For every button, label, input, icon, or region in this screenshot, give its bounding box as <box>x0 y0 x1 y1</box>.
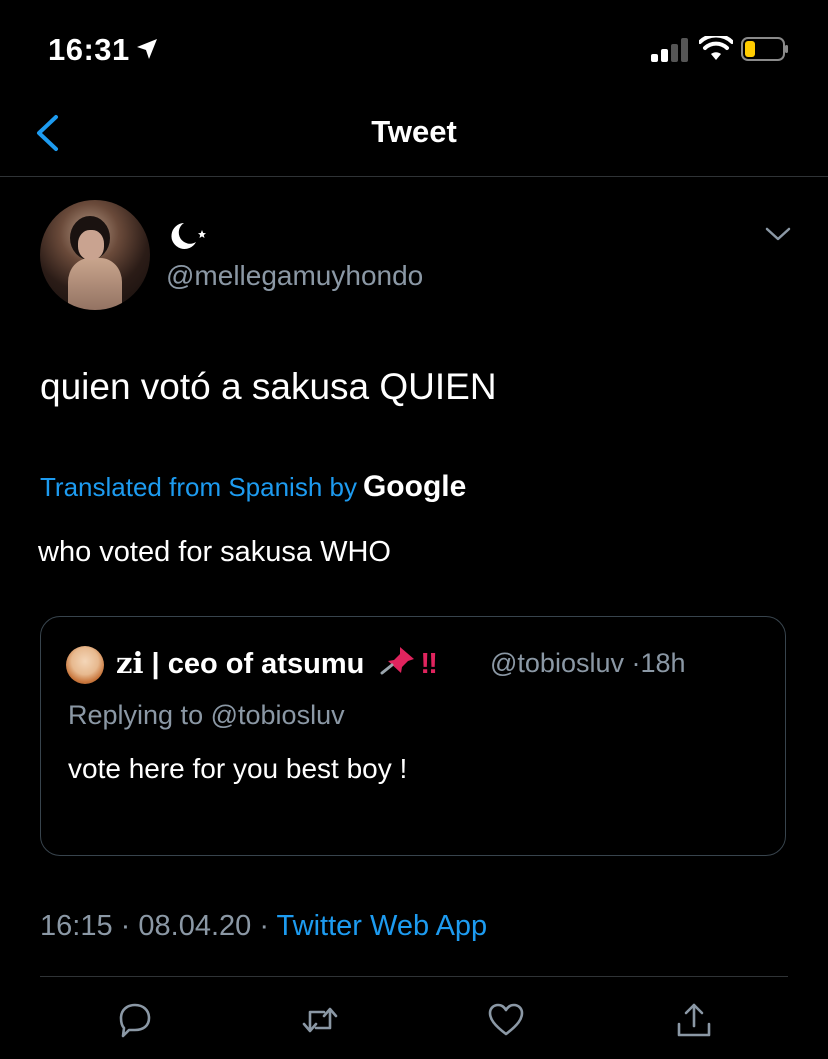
page-title: Tweet <box>371 114 457 149</box>
display-name[interactable] <box>166 218 210 252</box>
google-logo: Google <box>362 470 467 503</box>
tweet-source[interactable]: Twitter Web App <box>277 910 488 942</box>
avatar[interactable] <box>40 200 150 310</box>
quote-display-name: zi | ceo of atsumu ‼ <box>116 645 438 681</box>
replying-handle[interactable]: @tobiosluv <box>211 700 345 730</box>
retweet-icon[interactable] <box>300 1000 340 1040</box>
tweet-time: 16:15 <box>40 910 113 942</box>
crescent-moon-star-icon <box>171 223 206 250</box>
translation-attribution[interactable]: Translated from Spanish by Google <box>40 470 466 504</box>
chevron-down-icon[interactable] <box>764 222 792 246</box>
translated-text: who voted for sakusa WHO <box>38 536 391 568</box>
quote-age: 18h <box>640 648 686 678</box>
quote-name-emoji: ‼ <box>420 648 437 680</box>
status-time: 16:31 <box>48 32 130 67</box>
translated-label: Translated from Spanish by <box>40 472 357 502</box>
share-icon[interactable] <box>674 1000 714 1040</box>
quote-handle: @tobiosluv <box>490 648 624 678</box>
quote-name-prefix: zi <box>116 646 144 680</box>
like-icon[interactable] <box>486 1000 526 1040</box>
cellular-signal-icon <box>651 38 691 62</box>
reply-icon[interactable] <box>115 1000 155 1040</box>
nav-divider <box>0 176 828 177</box>
quote-meta: @tobiosluv ·18h <box>490 648 686 679</box>
actions-divider <box>40 976 788 977</box>
tweet-timestamp: 16:15 · 08.04.20 · Twitter Web App <box>40 910 487 943</box>
tweet-date: 08.04.20 <box>138 910 252 942</box>
location-arrow-icon <box>137 39 157 59</box>
pushpin-icon <box>380 647 415 675</box>
quote-avatar <box>66 646 104 684</box>
quote-replying-to: Replying to @tobiosluv <box>68 700 345 731</box>
quote-separator: · <box>631 648 641 678</box>
quote-name-rest: | ceo of atsumu <box>143 648 365 680</box>
wifi-icon <box>699 36 733 60</box>
battery-low-icon <box>741 37 788 61</box>
timestamp-separator: · <box>120 910 131 942</box>
replying-label: Replying to <box>68 700 204 730</box>
timestamp-separator: · <box>259 910 269 942</box>
tweet-text: quien votó a sakusa QUIEN <box>40 366 497 407</box>
user-handle[interactable]: @mellegamuyhondo <box>166 260 423 292</box>
quote-text: vote here for you best boy ! <box>68 753 408 784</box>
